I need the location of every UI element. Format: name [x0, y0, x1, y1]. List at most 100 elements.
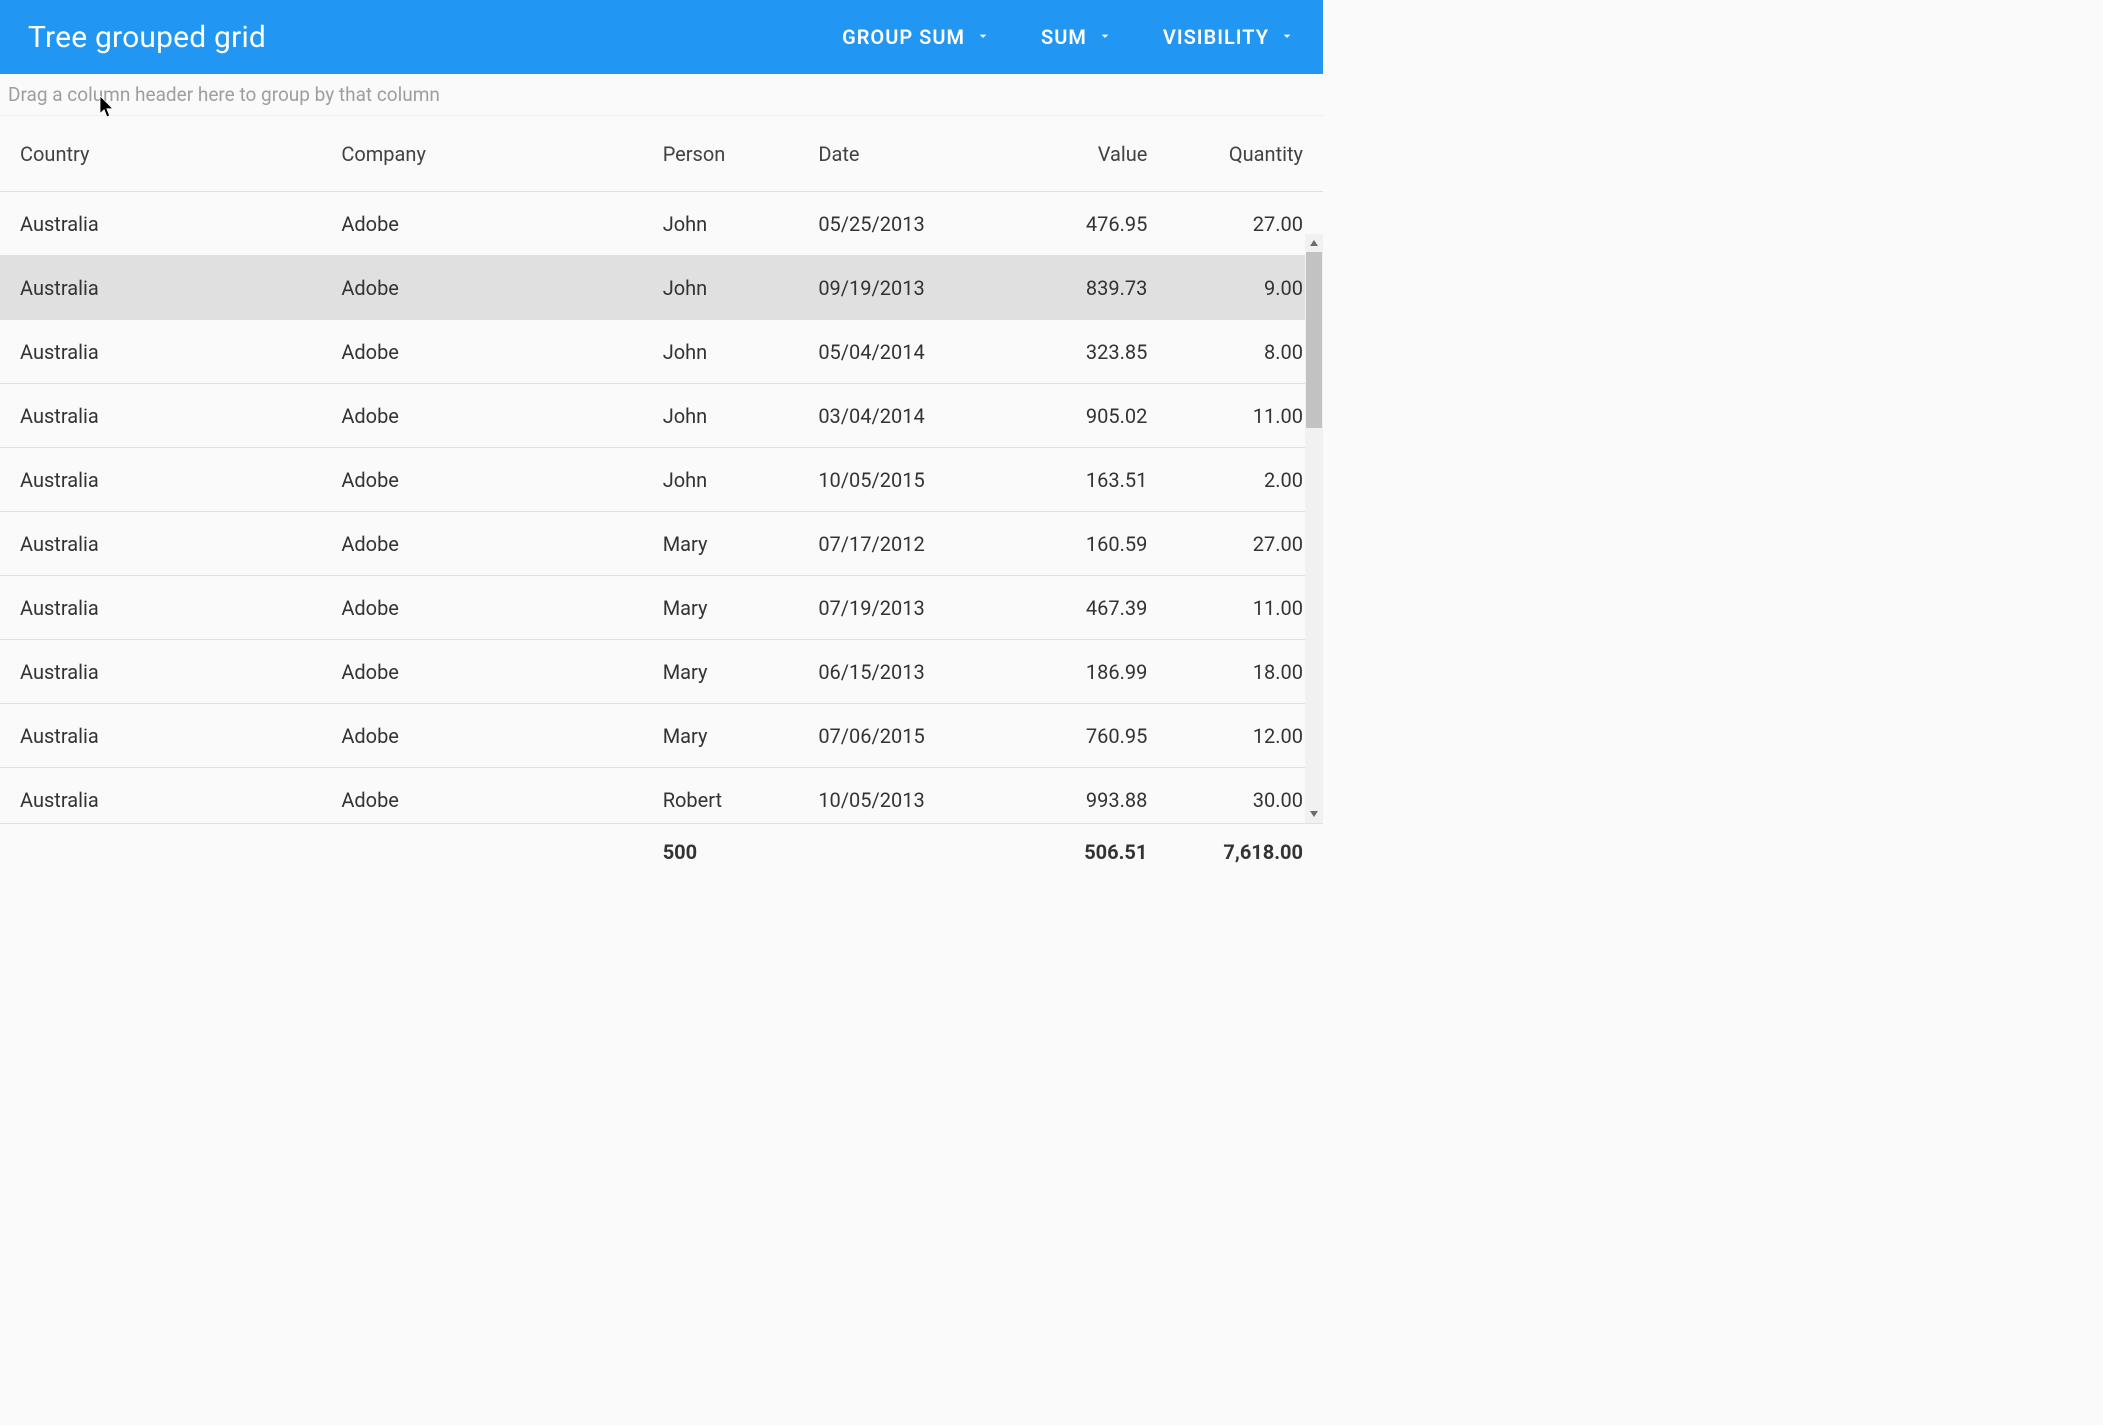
cell-company: Adobe	[321, 660, 642, 684]
cell-value: 905.02	[1012, 404, 1168, 428]
cell-quantity: 27.00	[1167, 532, 1323, 556]
cell-date: 03/04/2014	[798, 404, 1011, 428]
sum-button[interactable]: SUM	[1041, 25, 1113, 49]
cell-country: Australia	[0, 340, 321, 364]
cell-quantity: 12.00	[1167, 724, 1323, 748]
cell-company: Adobe	[321, 596, 642, 620]
cell-country: Australia	[0, 468, 321, 492]
cell-company: Adobe	[321, 340, 642, 364]
table-row[interactable]: AustraliaAdobeRobert10/05/2013993.8830.0…	[0, 768, 1323, 823]
column-header-value[interactable]: Value	[1012, 142, 1168, 166]
cell-person: John	[643, 340, 799, 364]
cell-value: 160.59	[1012, 532, 1168, 556]
cell-quantity: 11.00	[1167, 404, 1323, 428]
cell-quantity: 9.00	[1167, 276, 1323, 300]
table-row[interactable]: AustraliaAdobeJohn03/04/2014905.0211.00	[0, 384, 1323, 448]
column-header-person[interactable]: Person	[643, 142, 799, 166]
cell-value: 163.51	[1012, 468, 1168, 492]
cell-country: Australia	[0, 276, 321, 300]
cell-value: 323.85	[1012, 340, 1168, 364]
cell-company: Adobe	[321, 212, 642, 236]
cell-person: John	[643, 212, 799, 236]
cell-country: Australia	[0, 532, 321, 556]
cell-date: 05/04/2014	[798, 340, 1011, 364]
cell-country: Australia	[0, 404, 321, 428]
table-row[interactable]: AustraliaAdobeMary06/15/2013186.9918.00	[0, 640, 1323, 704]
cell-value: 993.88	[1012, 788, 1168, 812]
table-row[interactable]: AustraliaAdobeJohn05/25/2013476.9527.00	[0, 192, 1323, 256]
group-sum-button[interactable]: GROUP SUM	[842, 25, 991, 49]
scroll-down-icon[interactable]	[1305, 805, 1323, 823]
cell-date: 05/25/2013	[798, 212, 1011, 236]
column-header-date[interactable]: Date	[798, 142, 1011, 166]
group-drop-zone[interactable]: Drag a column header here to group by th…	[0, 74, 1323, 116]
column-header-company[interactable]: Company	[321, 142, 642, 166]
column-header-quantity[interactable]: Quantity	[1167, 142, 1323, 166]
cell-country: Australia	[0, 212, 321, 236]
cell-quantity: 30.00	[1167, 788, 1323, 812]
cell-date: 06/15/2013	[798, 660, 1011, 684]
cell-country: Australia	[0, 660, 321, 684]
chevron-down-icon	[975, 25, 991, 49]
visibility-button[interactable]: VISIBILITY	[1163, 25, 1295, 49]
data-grid: Country Company Person Date Value Quanti…	[0, 116, 1323, 879]
header-buttons: GROUP SUM SUM VISIBILITY	[842, 25, 1295, 49]
cell-date: 10/05/2015	[798, 468, 1011, 492]
cell-person: John	[643, 468, 799, 492]
cell-country: Australia	[0, 596, 321, 620]
cell-date: 07/17/2012	[798, 532, 1011, 556]
vertical-scrollbar[interactable]	[1305, 234, 1323, 823]
footer-value: 506.51	[1012, 840, 1168, 864]
cell-company: Adobe	[321, 276, 642, 300]
cell-person: John	[643, 276, 799, 300]
cell-value: 476.95	[1012, 212, 1168, 236]
cell-quantity: 8.00	[1167, 340, 1323, 364]
cell-company: Adobe	[321, 468, 642, 492]
cell-quantity: 11.00	[1167, 596, 1323, 620]
cell-date: 09/19/2013	[798, 276, 1011, 300]
cell-country: Australia	[0, 724, 321, 748]
cell-person: Mary	[643, 660, 799, 684]
table-row[interactable]: AustraliaAdobeJohn05/04/2014323.858.00	[0, 320, 1323, 384]
footer-quantity: 7,618.00	[1167, 840, 1323, 864]
cell-person: Mary	[643, 532, 799, 556]
group-drop-placeholder: Drag a column header here to group by th…	[8, 83, 440, 106]
cell-value: 760.95	[1012, 724, 1168, 748]
visibility-label: VISIBILITY	[1163, 25, 1269, 49]
cell-quantity: 2.00	[1167, 468, 1323, 492]
cell-value: 839.73	[1012, 276, 1168, 300]
cell-value: 467.39	[1012, 596, 1168, 620]
cell-date: 10/05/2013	[798, 788, 1011, 812]
sum-label: SUM	[1041, 25, 1087, 49]
grid-header-row: Country Company Person Date Value Quanti…	[0, 116, 1323, 192]
scroll-thumb[interactable]	[1306, 252, 1322, 428]
cell-person: Mary	[643, 596, 799, 620]
table-row[interactable]: AustraliaAdobeMary07/17/2012160.5927.00	[0, 512, 1323, 576]
table-row[interactable]: AustraliaAdobeJohn10/05/2015163.512.00	[0, 448, 1323, 512]
cell-quantity: 18.00	[1167, 660, 1323, 684]
page-title: Tree grouped grid	[28, 20, 842, 55]
footer-person: 500	[643, 840, 799, 864]
cell-person: John	[643, 404, 799, 428]
cell-person: Robert	[643, 788, 799, 812]
table-row[interactable]: AustraliaAdobeMary07/19/2013467.3911.00	[0, 576, 1323, 640]
chevron-down-icon	[1279, 25, 1295, 49]
chevron-down-icon	[1097, 25, 1113, 49]
header-bar: Tree grouped grid GROUP SUM SUM VISIBILI…	[0, 0, 1323, 74]
group-sum-label: GROUP SUM	[842, 25, 965, 49]
cell-company: Adobe	[321, 404, 642, 428]
scroll-up-icon[interactable]	[1305, 234, 1323, 252]
cell-company: Adobe	[321, 724, 642, 748]
app-window: Tree grouped grid GROUP SUM SUM VISIBILI…	[0, 0, 1323, 879]
cell-country: Australia	[0, 788, 321, 812]
cell-person: Mary	[643, 724, 799, 748]
table-row[interactable]: AustraliaAdobeMary07/06/2015760.9512.00	[0, 704, 1323, 768]
column-header-country[interactable]: Country	[0, 142, 321, 166]
grid-footer-row: 500 506.51 7,618.00	[0, 823, 1323, 879]
cell-company: Adobe	[321, 788, 642, 812]
cell-date: 07/06/2015	[798, 724, 1011, 748]
grid-body[interactable]: AustraliaAdobeJohn05/25/2013476.9527.00A…	[0, 192, 1323, 823]
cell-date: 07/19/2013	[798, 596, 1011, 620]
cell-quantity: 27.00	[1167, 212, 1323, 236]
table-row[interactable]: AustraliaAdobeJohn09/19/2013839.739.00	[0, 256, 1323, 320]
